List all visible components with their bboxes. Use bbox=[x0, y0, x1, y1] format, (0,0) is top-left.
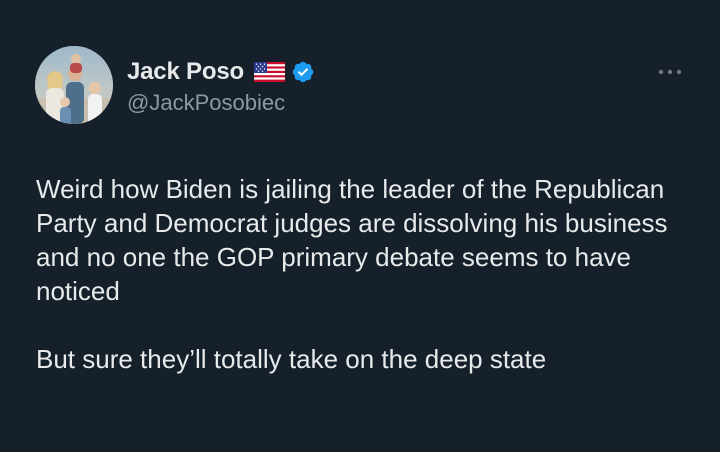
tweet-text: Weird how Biden is jailing the leader of… bbox=[36, 172, 686, 376]
author-handle[interactable]: @JackPosobiec bbox=[127, 90, 285, 116]
tweet-paragraph: Weird how Biden is jailing the leader of… bbox=[36, 174, 668, 306]
author-display-name[interactable]: Jack Poso bbox=[127, 58, 244, 86]
author-name-row: Jack Poso bbox=[127, 56, 315, 88]
more-options-button[interactable] bbox=[652, 60, 688, 84]
avatar[interactable] bbox=[35, 46, 113, 124]
tweet-card: Jack Poso @JackPosobiec Weird how Biden … bbox=[0, 0, 720, 452]
more-options-icon bbox=[658, 69, 682, 75]
verified-badge-icon[interactable] bbox=[291, 60, 315, 84]
avatar-photo bbox=[35, 46, 113, 124]
us-flag-icon bbox=[253, 62, 285, 82]
tweet-paragraph: But sure they’ll totally take on the dee… bbox=[36, 344, 547, 374]
